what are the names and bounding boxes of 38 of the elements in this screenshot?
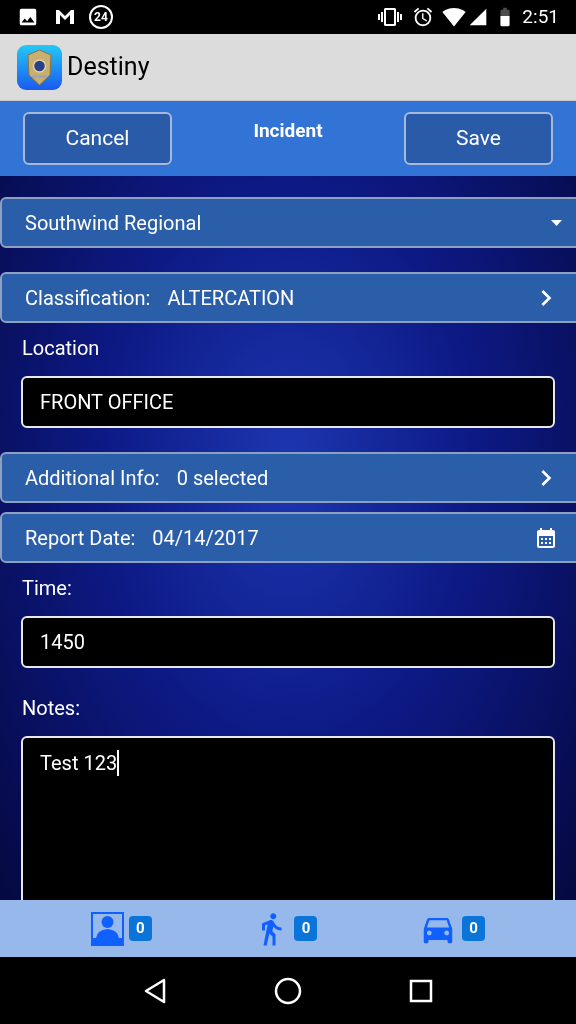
field-value: ALTERCATION — [167, 284, 295, 312]
nav-row[interactable]: Classification: ALTERCATION — [0, 272, 576, 323]
clock-time: 2:51 — [522, 3, 559, 30]
date-picker-row[interactable]: Report Date: 04/14/2017 — [0, 512, 576, 563]
field-label: Notes: — [21, 696, 81, 720]
alarm-icon — [412, 6, 435, 28]
cell-signal-icon — [468, 7, 489, 27]
person-portrait-icon — [90, 911, 124, 946]
dropdown-select[interactable]: Southwind Regional — [0, 197, 576, 248]
recents-icon — [408, 978, 433, 1003]
field-label: Report Date: — [25, 524, 136, 552]
text-input-field[interactable]: 1450 — [21, 616, 555, 668]
image-icon — [17, 6, 39, 28]
mail-icon — [55, 9, 75, 25]
caret-icon — [551, 219, 562, 226]
field-label: Classification: — [25, 284, 151, 312]
count-badge[interactable]: 0 — [294, 916, 318, 941]
wifi-icon — [442, 5, 467, 29]
field-label: Additional Info: — [25, 464, 160, 492]
badge-logo-icon — [17, 44, 62, 90]
save-button[interactable]: Save — [404, 112, 553, 165]
back-icon — [143, 976, 168, 1005]
screen-title: Incident — [253, 118, 323, 144]
count-badge[interactable]: 0 — [462, 916, 486, 941]
field-value: 04/14/2017 — [152, 524, 259, 552]
cancel-button[interactable]: Cancel — [23, 112, 172, 165]
app-title: Destiny — [67, 51, 150, 84]
nav-row[interactable]: Additional Info: 0 selected — [0, 452, 576, 503]
home-icon — [274, 976, 302, 1005]
field-value: 0 selected — [176, 464, 269, 492]
field-label: Location — [21, 336, 101, 360]
notification-count: 24 — [89, 5, 113, 29]
field-label: Time: — [21, 576, 73, 600]
notes-textarea[interactable]: Test 123 — [21, 736, 555, 900]
text-input-field[interactable]: FRONT OFFICE — [21, 376, 555, 428]
vibrate-icon — [378, 5, 403, 29]
count-badge[interactable]: 0 — [128, 916, 152, 941]
calendar-icon — [534, 525, 558, 550]
